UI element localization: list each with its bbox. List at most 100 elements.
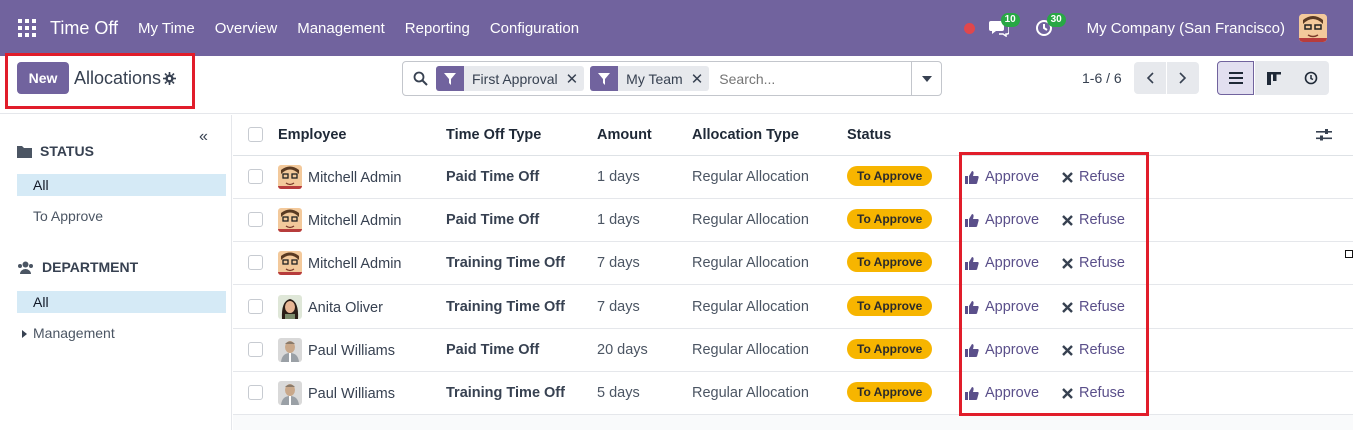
activity-view-button[interactable] [1292, 61, 1329, 95]
filter-icon [436, 66, 464, 91]
pager-previous-button[interactable] [1134, 62, 1166, 94]
select-all-checkbox[interactable] [248, 127, 263, 142]
table-header: Employee Time Off Type Amount Allocation… [233, 115, 1353, 156]
pager-next-button[interactable] [1167, 62, 1199, 94]
allocation-type: Regular Allocation [692, 255, 809, 271]
amount: 1 days [597, 212, 640, 228]
sidebar-item-to-approve[interactable]: To Approve [17, 205, 226, 227]
column-allocation-type[interactable]: Allocation Type [692, 127, 799, 143]
search-bar[interactable]: First Approval ✕ My Team ✕ [402, 61, 942, 96]
avatar [278, 251, 302, 275]
avatar [278, 208, 302, 232]
sidebar-item-label: Management [33, 325, 115, 341]
table-row[interactable]: Mitchell Admin Paid Time Off 1 days Regular… [233, 199, 1353, 242]
sidebar-item-management[interactable]: Management [17, 322, 226, 344]
allocation-type: Regular Allocation [692, 169, 809, 185]
allocation-type: Regular Allocation [692, 342, 809, 358]
resize-handle [1345, 250, 1353, 258]
status-badge: To Approve [847, 296, 933, 316]
column-status[interactable]: Status [847, 127, 891, 143]
facet-first-approval[interactable]: First Approval ✕ [436, 66, 585, 91]
kanban-icon [1266, 71, 1281, 85]
filter-icon [590, 66, 619, 91]
time-off-type: Paid Time Off [446, 212, 540, 228]
list-view-button[interactable] [1217, 61, 1254, 95]
status-badge: To Approve [847, 166, 933, 186]
list-icon [1228, 72, 1243, 84]
top-navbar: Time Off My Time Overview Management Rep… [0, 0, 1353, 56]
allocation-type: Regular Allocation [692, 212, 809, 228]
table-row[interactable]: Mitchell Admin Paid Time Off 1 days Regular… [233, 156, 1353, 199]
row-checkbox[interactable] [248, 385, 263, 400]
employee-name: Mitchell Admin [308, 256, 402, 272]
row-checkbox[interactable] [248, 342, 263, 357]
row-checkbox[interactable] [248, 299, 263, 314]
table-row[interactable]: Paul Williams Training Time Off 5 days Regu… [233, 372, 1353, 415]
facet-my-team[interactable]: My Team ✕ [590, 66, 710, 91]
column-time-off-type[interactable]: Time Off Type [446, 127, 541, 143]
messages-button[interactable]: 10 [988, 13, 1020, 39]
menu-reporting[interactable]: Reporting [405, 20, 470, 37]
search-options-toggle[interactable] [911, 62, 941, 95]
apps-menu-icon[interactable] [18, 19, 36, 37]
pager-value[interactable]: 1-6 / 6 [1082, 70, 1122, 86]
app-title[interactable]: Time Off [50, 18, 118, 39]
menu-configuration[interactable]: Configuration [490, 20, 579, 37]
kanban-view-button[interactable] [1255, 61, 1292, 95]
employee-name: Paul Williams [308, 386, 396, 402]
company-switcher[interactable]: My Company (San Francisco) [1087, 20, 1285, 37]
table-row[interactable]: Paul Williams Paid Time Off 20 days Regular… [233, 329, 1353, 372]
sidebar-item-status-all[interactable]: All [17, 174, 226, 196]
navbar-systray: 10 30 My Company (San Francisco) [963, 0, 1353, 56]
employee-name: Anita Oliver [308, 300, 383, 316]
close-icon[interactable]: ✕ [691, 70, 710, 88]
chevron-left-icon [1146, 72, 1154, 84]
highlight-box-actions [959, 152, 1149, 416]
menu-my-time[interactable]: My Time [138, 20, 195, 37]
search-input[interactable] [719, 70, 900, 87]
collapse-sidebar-icon[interactable]: « [199, 128, 208, 146]
activities-button[interactable]: 30 [1035, 13, 1066, 39]
clock-icon [1304, 71, 1317, 85]
time-off-type: Training Time Off [446, 385, 565, 401]
activities-count-badge: 30 [1046, 13, 1066, 27]
avatar [278, 165, 302, 189]
amount: 5 days [597, 385, 640, 401]
table-row[interactable]: Mitchell Admin Training Time Off 7 days Reg… [233, 242, 1353, 285]
status-badge: To Approve [847, 339, 933, 359]
close-icon[interactable]: ✕ [566, 70, 585, 88]
menu-overview[interactable]: Overview [215, 20, 278, 37]
column-amount[interactable]: Amount [597, 127, 652, 143]
messages-count-badge: 10 [1000, 13, 1020, 27]
users-icon [18, 261, 33, 274]
amount: 1 days [597, 169, 640, 185]
column-settings-icon[interactable] [1316, 128, 1332, 142]
row-checkbox[interactable] [248, 169, 263, 184]
folder-icon [17, 145, 32, 158]
amount: 7 days [597, 255, 640, 271]
status-badge: To Approve [847, 382, 933, 402]
sidebar-item-department-all[interactable]: All [17, 291, 226, 313]
user-avatar[interactable] [1299, 14, 1327, 42]
avatar [278, 338, 302, 362]
table-row[interactable]: Anita Oliver Training Time Off 7 days Regul… [233, 286, 1353, 329]
amount: 20 days [597, 342, 648, 358]
facet-label: My Team [626, 70, 683, 87]
menu-management[interactable]: Management [297, 20, 385, 37]
department-header: DEPARTMENT [17, 259, 138, 275]
row-checkbox[interactable] [248, 255, 263, 270]
status-badge: To Approve [847, 209, 933, 229]
allocation-type: Regular Allocation [692, 385, 809, 401]
facet-label: First Approval [472, 70, 558, 87]
highlight-box-title [5, 53, 195, 109]
amount: 7 days [597, 299, 640, 315]
status-header: STATUS [17, 143, 94, 159]
avatar [278, 295, 302, 319]
column-employee[interactable]: Employee [278, 127, 347, 143]
row-checkbox[interactable] [248, 212, 263, 227]
employee-name: Paul Williams [308, 343, 396, 359]
search-icon[interactable] [413, 71, 428, 86]
status-dot-icon[interactable] [963, 22, 975, 34]
time-off-type: Paid Time Off [446, 169, 540, 185]
avatar [278, 381, 302, 405]
